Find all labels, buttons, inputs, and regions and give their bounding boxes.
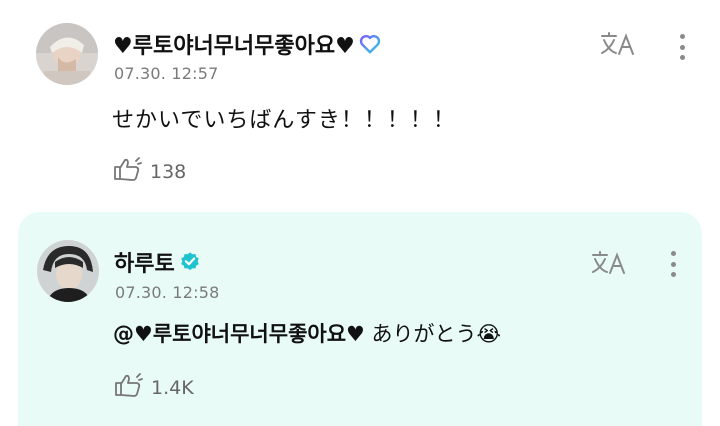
like-count: 138 [150,160,187,183]
like-button[interactable]: 138 [112,156,186,187]
translate-button[interactable] [591,250,627,276]
like-hand-icon [113,372,143,403]
comment-item: ♥루토야너무너무좋아요♥ 07.30. 12:57 せかいでいちばんすき！！！！… [0,0,720,200]
like-button[interactable]: 1.4K [113,372,194,403]
like-count: 1.4K [151,376,194,399]
membership-heart-icon [359,33,381,61]
mention-link[interactable]: @♥루토야너무너무좋아요♥ [113,322,365,346]
translate-button[interactable] [600,31,636,57]
more-options-button[interactable] [663,249,683,279]
translate-icon [592,251,625,274]
comment-timestamp: 07.30. 12:58 [115,283,220,302]
verified-check-icon [179,251,201,279]
like-hand-icon [112,156,142,187]
translate-icon [601,32,634,55]
comment-text: @♥루토야너무너무좋아요♥ ありがとう😭 [113,318,501,348]
comment-item-highlighted: 하루토 07.30. 12:58 @♥루토야너무너무좋아요♥ ありがとう😭 1.… [18,212,702,426]
reply-text: ありがとう [371,322,477,346]
avatar[interactable] [37,240,99,302]
comment-text: せかいでいちばんすき！！！！！ [112,108,456,133]
comment-author[interactable]: 하루토 [114,246,201,279]
crying-face-emoji: 😭 [476,322,502,346]
comment-author[interactable]: ♥루토야너무너무좋아요♥ [113,28,381,61]
avatar[interactable] [36,23,98,85]
comment-timestamp: 07.30. 12:57 [114,64,219,83]
more-options-button[interactable] [672,32,692,62]
